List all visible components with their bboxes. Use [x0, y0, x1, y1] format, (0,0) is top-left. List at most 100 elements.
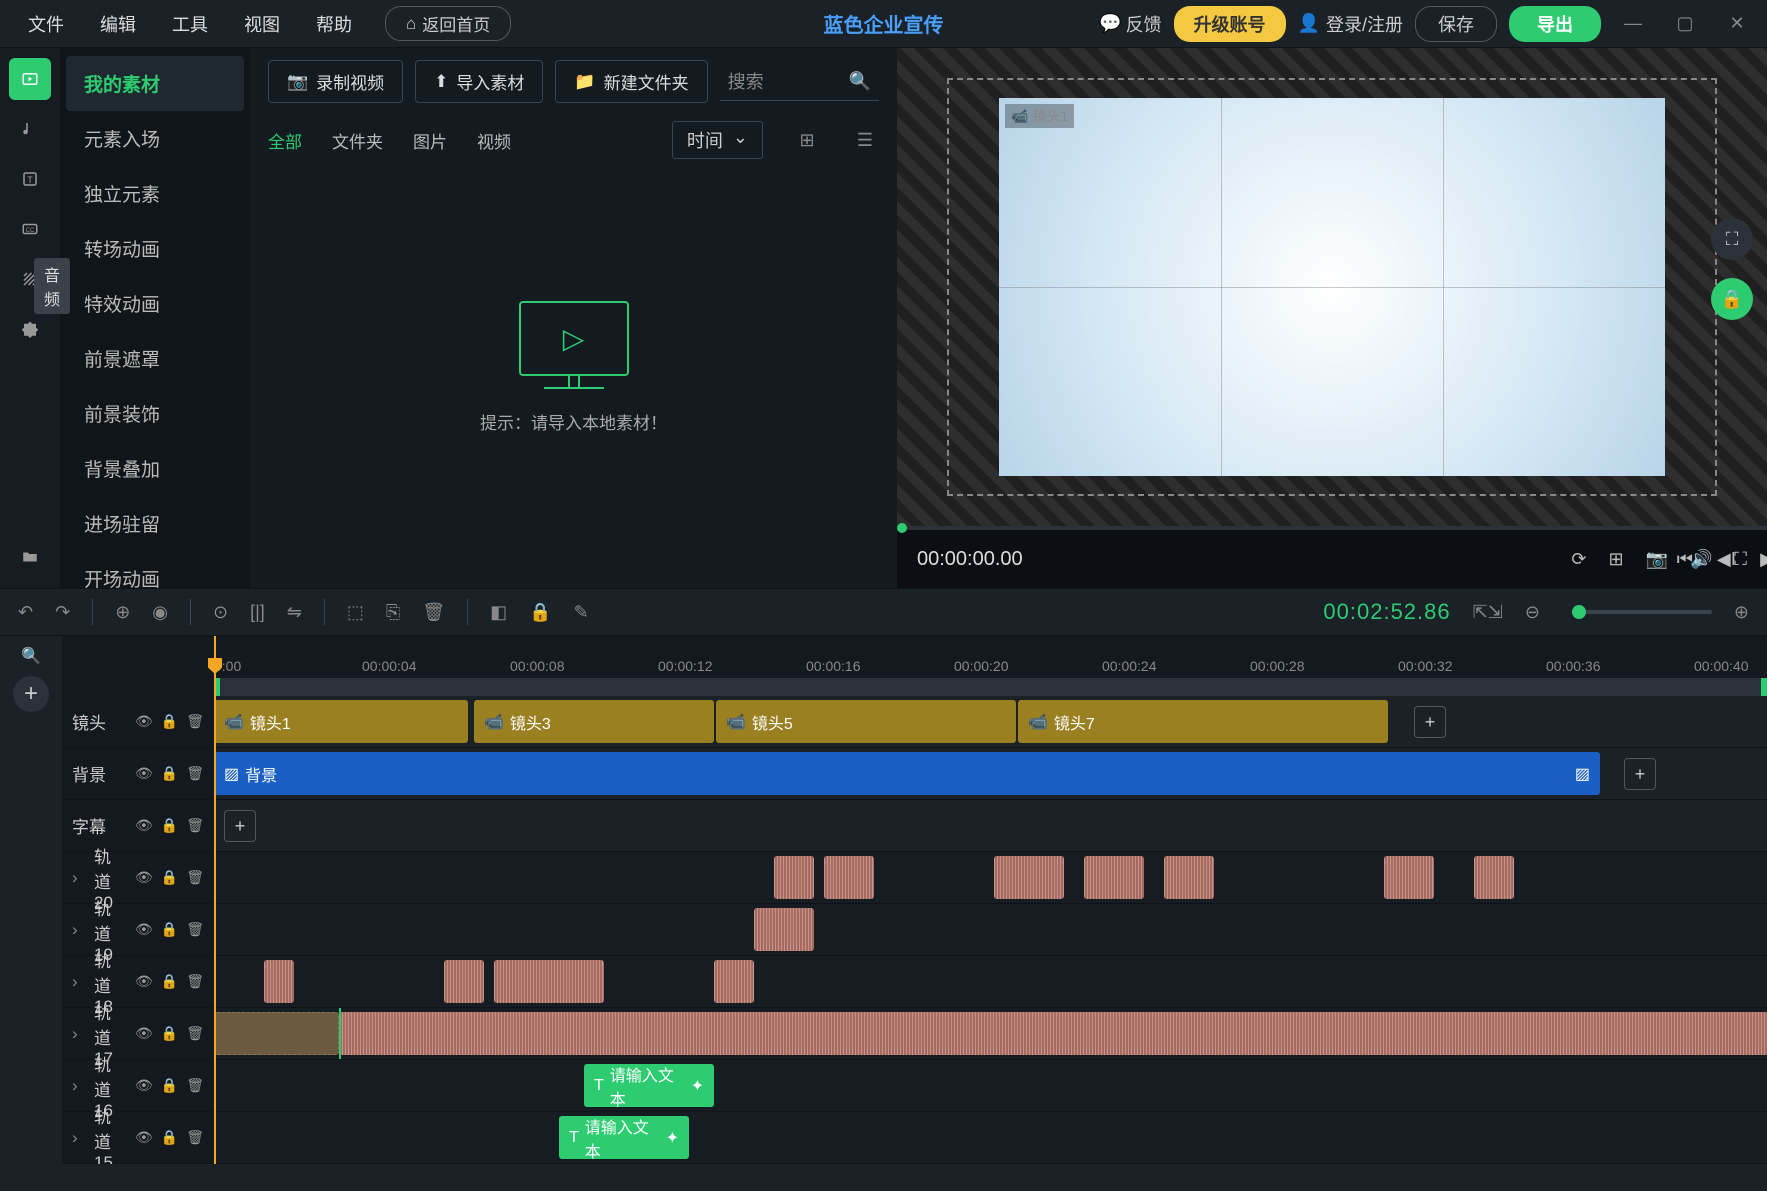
- shot-clip[interactable]: 📹镜头3: [474, 700, 714, 743]
- expand-icon[interactable]: ›: [72, 920, 86, 940]
- progress-thumb[interactable]: [897, 523, 907, 533]
- sidebar-item-my-assets[interactable]: 我的素材: [66, 56, 244, 111]
- login-button[interactable]: 👤 登录/注册: [1298, 11, 1403, 37]
- visibility-toggle[interactable]: 👁: [135, 1077, 153, 1094]
- expand-icon[interactable]: ›: [72, 972, 86, 992]
- record-video-button[interactable]: 📷录制视频: [268, 60, 403, 103]
- text-clip[interactable]: T请输入文本✦: [584, 1064, 714, 1107]
- minimize-button[interactable]: —: [1613, 13, 1653, 34]
- timeline-ruler[interactable]: 0:00 00:00:04 00:00:08 00:00:12 00:00:16…: [62, 636, 1767, 678]
- filter-folder[interactable]: 文件夹: [332, 128, 383, 153]
- zoom-out-button[interactable]: ⊖: [1525, 602, 1540, 623]
- audio-clip[interactable]: [754, 908, 814, 951]
- upgrade-button[interactable]: 升级账号: [1174, 6, 1286, 42]
- menu-edit[interactable]: 编辑: [82, 11, 154, 37]
- redo-button[interactable]: ↷: [55, 602, 70, 623]
- delete-track[interactable]: 🗑: [186, 869, 204, 886]
- iconbar-folder[interactable]: [9, 536, 51, 578]
- filter-video[interactable]: 视频: [477, 128, 511, 153]
- view-list-button[interactable]: ☰: [851, 130, 879, 151]
- audio-clip[interactable]: [994, 856, 1064, 899]
- expand-icon[interactable]: ›: [72, 1024, 86, 1044]
- out-marker[interactable]: [1761, 678, 1767, 696]
- lock-toggle[interactable]: 🔒: [161, 1025, 178, 1042]
- lock-toggle[interactable]: 🔒: [161, 1077, 178, 1094]
- audio-clip-long[interactable]: [339, 1012, 1767, 1055]
- sidebar-item-standalone[interactable]: 独立元素: [66, 166, 244, 221]
- lock-toggle[interactable]: 🔒: [1711, 278, 1753, 320]
- visibility-toggle[interactable]: 👁: [135, 1025, 153, 1042]
- crop-button[interactable]: ⬚: [347, 602, 364, 623]
- audio-clip[interactable]: [494, 960, 604, 1003]
- sidebar-item-element-in[interactable]: 元素入场: [66, 111, 244, 166]
- iconbar-extension[interactable]: [9, 308, 51, 350]
- sidebar-item-bg-overlay[interactable]: 背景叠加: [66, 441, 244, 496]
- sidebar-item-entry-hold[interactable]: 进场驻留: [66, 496, 244, 551]
- track-zoom-icon[interactable]: 🔍: [21, 646, 41, 666]
- playhead[interactable]: [214, 636, 216, 1164]
- zoom-in-button[interactable]: ⊕: [1734, 602, 1749, 623]
- menu-tools[interactable]: 工具: [154, 11, 226, 37]
- save-button[interactable]: 保存: [1415, 6, 1497, 42]
- iconbar-audio[interactable]: [9, 108, 51, 150]
- sort-dropdown[interactable]: 时间⌄: [672, 121, 763, 159]
- lock-toggle[interactable]: 🔒: [161, 817, 178, 834]
- menu-view[interactable]: 视图: [226, 11, 298, 37]
- view-grid-button[interactable]: ⊞: [793, 130, 821, 151]
- sidebar-item-opening[interactable]: 开场动画: [66, 551, 244, 588]
- lock-toggle[interactable]: 🔒: [161, 921, 178, 938]
- feedback-button[interactable]: 💬 反馈: [1099, 11, 1161, 37]
- filter-image[interactable]: 图片: [413, 128, 447, 153]
- split-marker[interactable]: [339, 1008, 341, 1059]
- audio-clip[interactable]: [1384, 856, 1434, 899]
- menu-help[interactable]: 帮助: [298, 11, 370, 37]
- delete-track[interactable]: 🗑: [186, 1077, 204, 1094]
- mask-button[interactable]: ◧: [490, 602, 507, 623]
- audio-clip[interactable]: [264, 960, 294, 1003]
- snapshot-button[interactable]: 📷: [1646, 549, 1668, 570]
- expand-icon[interactable]: ›: [72, 868, 86, 888]
- undo-button[interactable]: ↶: [18, 602, 33, 623]
- shot-clip[interactable]: 📹镜头7: [1018, 700, 1388, 743]
- sidebar-item-fg-mask[interactable]: 前景遮罩: [66, 331, 244, 386]
- visibility-toggle[interactable]: 👁: [135, 713, 153, 730]
- iconbar-media[interactable]: [9, 58, 51, 100]
- visibility-toggle[interactable]: 👁: [135, 869, 153, 886]
- home-button[interactable]: ⌂ 返回首页: [385, 6, 511, 41]
- lock-toggle[interactable]: 🔒: [161, 973, 178, 990]
- add-bg-button[interactable]: +: [1624, 758, 1656, 790]
- grid-button[interactable]: ⊞: [1608, 549, 1623, 570]
- visibility-toggle[interactable]: 👁: [135, 817, 153, 834]
- lock-button[interactable]: 🔒: [529, 602, 551, 623]
- lock-toggle[interactable]: 🔒: [161, 713, 178, 730]
- play-button[interactable]: ▶: [1760, 549, 1767, 570]
- zoom-thumb[interactable]: [1572, 605, 1586, 619]
- iconbar-text[interactable]: T: [9, 158, 51, 200]
- audio-clip[interactable]: [714, 960, 754, 1003]
- add-clip-button[interactable]: ⊕: [115, 602, 130, 623]
- import-button[interactable]: ⬆导入素材: [415, 60, 543, 103]
- export-button[interactable]: 导出: [1509, 6, 1601, 42]
- sidebar-item-transition[interactable]: 转场动画: [66, 221, 244, 276]
- shot-clip[interactable]: 📹镜头5: [716, 700, 1016, 743]
- preview-progress[interactable]: [897, 526, 1767, 530]
- visibility-toggle[interactable]: 👁: [135, 973, 153, 990]
- expand-icon[interactable]: ›: [72, 1076, 86, 1096]
- audio-clip[interactable]: [1164, 856, 1214, 899]
- add-track-button[interactable]: +: [13, 676, 49, 712]
- target-button[interactable]: ⊙: [213, 602, 228, 623]
- audio-clip[interactable]: [1084, 856, 1144, 899]
- sidebar-item-effect[interactable]: 特效动画: [66, 276, 244, 331]
- zoom-slider[interactable]: [1572, 610, 1712, 614]
- delete-track[interactable]: 🗑: [186, 1129, 204, 1146]
- audio-clip[interactable]: [1474, 856, 1514, 899]
- fit-button[interactable]: ⇱⇲: [1473, 602, 1503, 623]
- visibility-toggle[interactable]: 👁: [135, 921, 153, 938]
- edit-button[interactable]: ✎: [574, 602, 589, 623]
- lock-toggle[interactable]: 🔒: [161, 869, 178, 886]
- goto-start-button[interactable]: ⏮: [1677, 549, 1693, 570]
- marker-button[interactable]: ◉: [152, 602, 168, 623]
- filter-all[interactable]: 全部: [268, 128, 302, 153]
- audio-fade[interactable]: [214, 1012, 339, 1055]
- mirror-button[interactable]: ⇋: [287, 602, 302, 623]
